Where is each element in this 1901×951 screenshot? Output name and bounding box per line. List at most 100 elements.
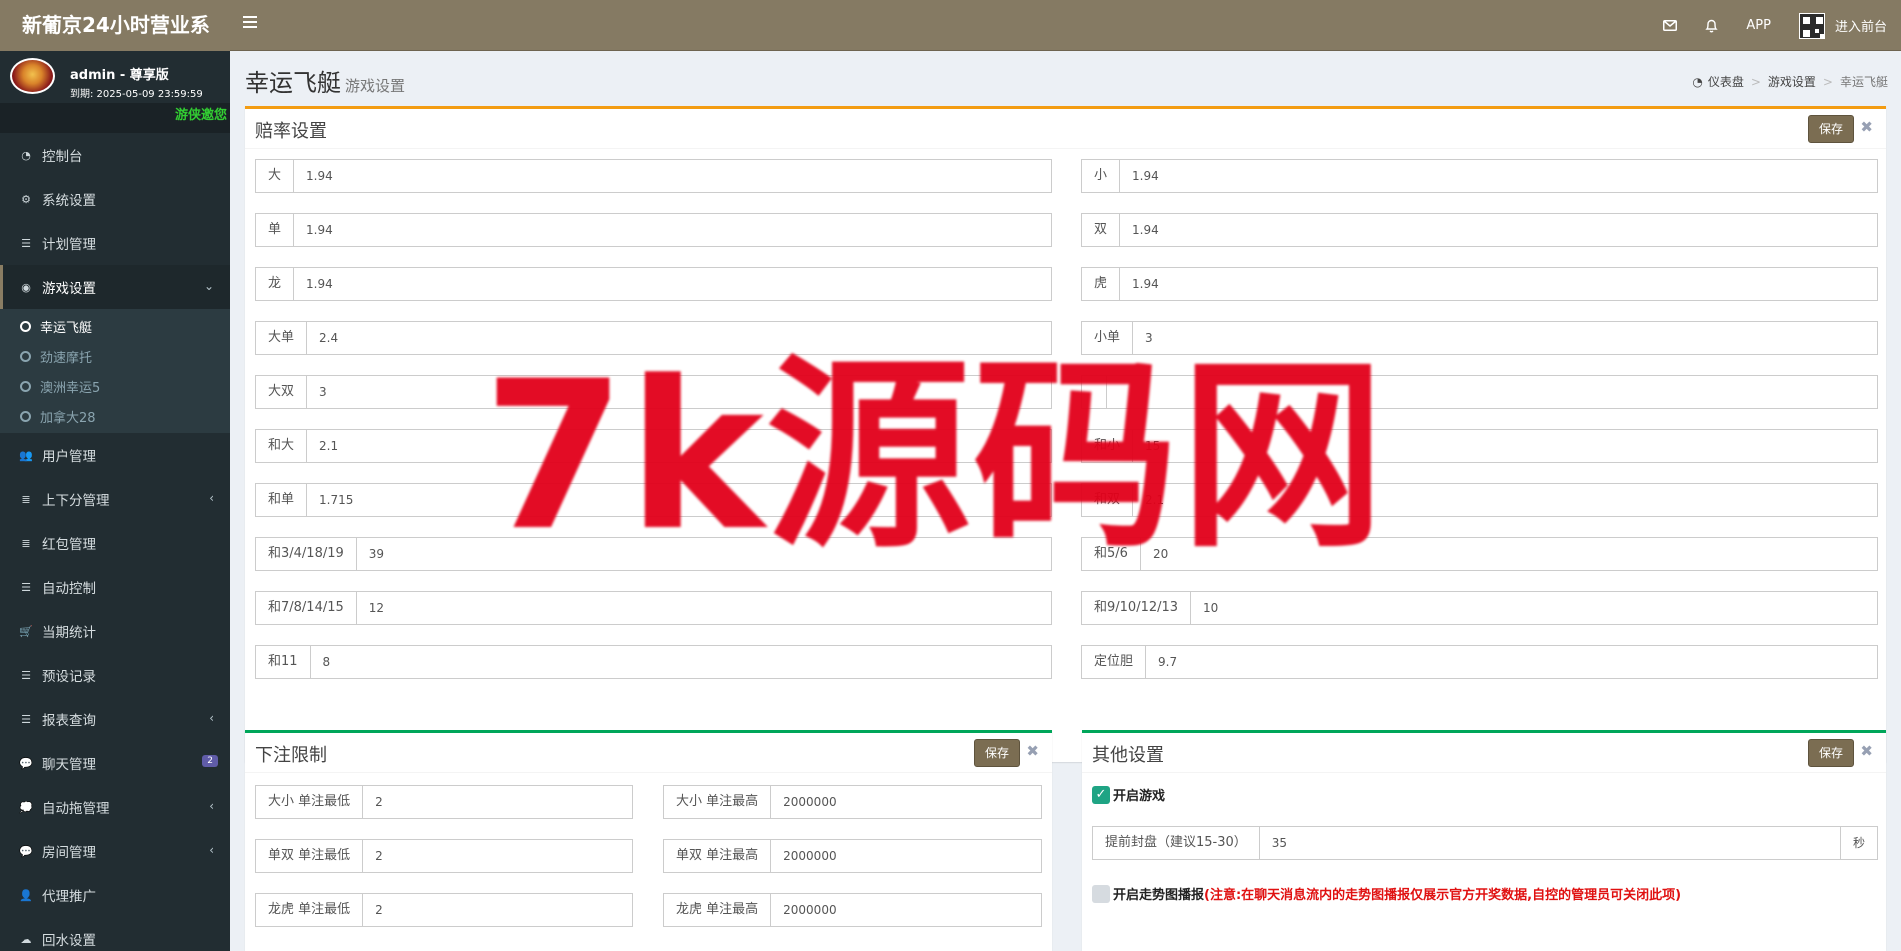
sidebar-item-plan-management[interactable]: ☰ 计划管理 xyxy=(0,221,230,265)
early-close-input[interactable]: 35 xyxy=(1260,827,1840,859)
odds-box-header: 赔率设置 保存 ✖ xyxy=(245,109,1886,149)
odds-input-group: 小 1.94 xyxy=(1081,159,1878,193)
app-link[interactable]: APP xyxy=(1732,0,1785,51)
limit-input[interactable]: 2 xyxy=(363,786,632,818)
chevron-left-icon: ‹ xyxy=(209,711,214,725)
limit-label: 大小 单注最低 xyxy=(256,786,364,818)
circle-icon xyxy=(20,380,31,392)
other-save-button[interactable]: 保存 xyxy=(1807,739,1854,767)
odds-input[interactable]: 2.4 xyxy=(307,322,1051,354)
limit-input[interactable]: 2 xyxy=(363,840,632,872)
top-nav-right: APP 进入前台 xyxy=(1649,0,1901,51)
odds-input-group: 大 1.94 xyxy=(255,159,1052,193)
odds-input[interactable]: 2.1 xyxy=(1133,484,1877,516)
dashboard-icon: ◔ xyxy=(21,148,31,162)
check-icon: ✓ xyxy=(1092,785,1110,804)
sidebar-item-system-settings[interactable]: ⚙ 系统设置 xyxy=(0,177,230,221)
odds-input-group: 大双 3 xyxy=(255,375,1052,409)
submenu-item-australia-lucky5[interactable]: 澳洲幸运5 xyxy=(0,371,230,401)
main-content: 幸运飞艇 游戏设置 ◔ 仪表盘 > 游戏设置 > 幸运飞艇 赔率设置 保存 ✖ 大… xyxy=(230,51,1901,951)
limits-save-button[interactable]: 保存 xyxy=(973,739,1020,767)
odds-save-button[interactable]: 保存 xyxy=(1807,115,1854,143)
odds-input-group: 小单 3 xyxy=(1081,321,1878,355)
user-name: admin - 尊享版 xyxy=(70,68,169,83)
open-game-checkbox[interactable]: ✓ 开启游戏 xyxy=(1092,785,1165,804)
sidebar-item-period-stats[interactable]: 🛒 当期统计 xyxy=(0,609,230,653)
odds-label: 小 xyxy=(1082,160,1121,192)
open-game-label: 开启游戏 xyxy=(1113,789,1166,804)
odds-input-group: 大单 2.4 xyxy=(255,321,1052,355)
close-icon[interactable]: ✖ xyxy=(1026,742,1039,760)
odds-input-group: 和9/10/12/13 10 xyxy=(1081,591,1878,625)
envelope-icon[interactable] xyxy=(1649,0,1691,51)
odds-input[interactable]: 1.94 xyxy=(294,160,1051,192)
close-icon[interactable]: ✖ xyxy=(1860,742,1873,760)
limit-label: 单双 单注最高 xyxy=(664,840,772,872)
breadcrumb-current: 幸运飞艇 xyxy=(1839,75,1888,89)
odds-input-group: 和7/8/14/15 12 xyxy=(255,591,1052,625)
sidebar-item-user-management[interactable]: 👥 用户管理 xyxy=(0,433,230,477)
odds-input[interactable]: 1.94 xyxy=(294,214,1051,246)
breadcrumb-dashboard[interactable]: 仪表盘 xyxy=(1708,73,1744,90)
sidebar-item-auto-bot-management[interactable]: 💭 自动拖管理 ‹ xyxy=(0,785,230,829)
early-close-label: 提前封盘（建议15-30） xyxy=(1093,827,1260,859)
limit-input[interactable]: 2000000 xyxy=(771,894,1041,926)
chevron-down-icon: ⌄ xyxy=(203,279,214,293)
close-icon[interactable]: ✖ xyxy=(1860,118,1873,136)
odds-input[interactable]: 20 xyxy=(1141,538,1877,570)
hamburger-menu-icon[interactable] xyxy=(243,16,257,28)
odds-input[interactable]: 3 xyxy=(1133,322,1877,354)
sidebar-item-credit-management[interactable]: ≣ 上下分管理 ‹ xyxy=(0,477,230,521)
odds-input[interactable]: 10 xyxy=(1191,592,1877,624)
sidebar-item-game-settings[interactable]: ◉ 游戏设置 ⌄ xyxy=(0,265,230,309)
odds-input[interactable]: 12 xyxy=(357,592,1051,624)
odds-input[interactable]: 2.1 xyxy=(307,430,1051,462)
submenu-item-speed-moto[interactable]: 劲速摩托 xyxy=(0,341,230,371)
odds-box-title: 赔率设置 xyxy=(255,121,327,142)
limit-input-group: 大小 单注最高 2000000 xyxy=(663,785,1042,819)
limit-input-group: 龙虎 单注最低 2 xyxy=(255,893,633,927)
sidebar-item-redpacket-management[interactable]: ≣ 红包管理 xyxy=(0,521,230,565)
odds-input[interactable]: 15 xyxy=(1133,430,1877,462)
limit-input[interactable]: 2 xyxy=(363,894,632,926)
trend-broadcast-checkbox[interactable]: 开启走势图播报 (注意:在聊天消息流内的走势图播报仅展示官方开奖数据,自控的管理员… xyxy=(1092,884,1681,903)
user-expiry: 到期: 2025-05-09 23:59:59 xyxy=(70,89,203,100)
odds-input[interactable] xyxy=(1107,376,1877,408)
sidebar-item-auto-control[interactable]: ☰ 自动控制 xyxy=(0,565,230,609)
sidebar-item-chat-management[interactable]: 💬 聊天管理 2 xyxy=(0,741,230,785)
limit-input[interactable]: 2000000 xyxy=(771,786,1041,818)
enter-frontend-link[interactable]: 进入前台 xyxy=(1785,0,1901,51)
sidebar-item-rebate-settings[interactable]: ☁ 回水设置 xyxy=(0,917,230,951)
odds-input[interactable]: 1.94 xyxy=(1120,268,1877,300)
sidebar-item-agent-promotion[interactable]: 👤 代理推广 xyxy=(0,873,230,917)
odds-input[interactable]: 3 xyxy=(307,376,1051,408)
list-icon: ☰ xyxy=(21,712,31,726)
odds-input[interactable]: 8 xyxy=(311,646,1051,678)
submenu-item-canada28[interactable]: 加拿大28 xyxy=(0,401,230,431)
odds-input[interactable]: 9.7 xyxy=(1146,646,1877,678)
limit-input[interactable]: 2000000 xyxy=(771,840,1041,872)
gamepad-icon: ◉ xyxy=(21,280,31,294)
other-box-header: 其他设置 保存 ✖ xyxy=(1082,733,1886,773)
odds-input[interactable]: 39 xyxy=(357,538,1051,570)
avatar xyxy=(10,58,55,94)
bell-icon[interactable] xyxy=(1691,0,1732,51)
sidebar-menu: ◔ 控制台 ⚙ 系统设置 ☰ 计划管理 ◉ 游戏设置 ⌄ xyxy=(0,133,230,309)
odds-input[interactable]: 1.94 xyxy=(1120,160,1877,192)
submenu-item-lucky-boat[interactable]: 幸运飞艇 xyxy=(0,311,230,341)
breadcrumb-game-settings[interactable]: 游戏设置 xyxy=(1768,73,1816,90)
odds-input-group: 虎 1.94 xyxy=(1081,267,1878,301)
sidebar-item-reports[interactable]: ☰ 报表查询 ‹ xyxy=(0,697,230,741)
marquee-text: 游侠邀您 xyxy=(0,103,230,133)
sidebar-item-room-management[interactable]: 💬 房间管理 ‹ xyxy=(0,829,230,873)
sidebar-item-dashboard[interactable]: ◔ 控制台 xyxy=(0,133,230,177)
odds-label: 大单 xyxy=(256,322,308,354)
odds-input[interactable]: 1.94 xyxy=(1120,214,1877,246)
sidebar-item-preset-records[interactable]: ☰ 预设记录 xyxy=(0,653,230,697)
odds-input[interactable]: 1.94 xyxy=(294,268,1051,300)
early-close-input-group: 提前封盘（建议15-30） 35 秒 xyxy=(1092,826,1878,860)
odds-input-group: 单 1.94 xyxy=(255,213,1052,247)
brand-logo[interactable]: 新葡京24小时营业系 xyxy=(0,0,230,51)
odds-input-group xyxy=(1081,375,1878,409)
odds-input[interactable]: 1.715 xyxy=(307,484,1051,516)
